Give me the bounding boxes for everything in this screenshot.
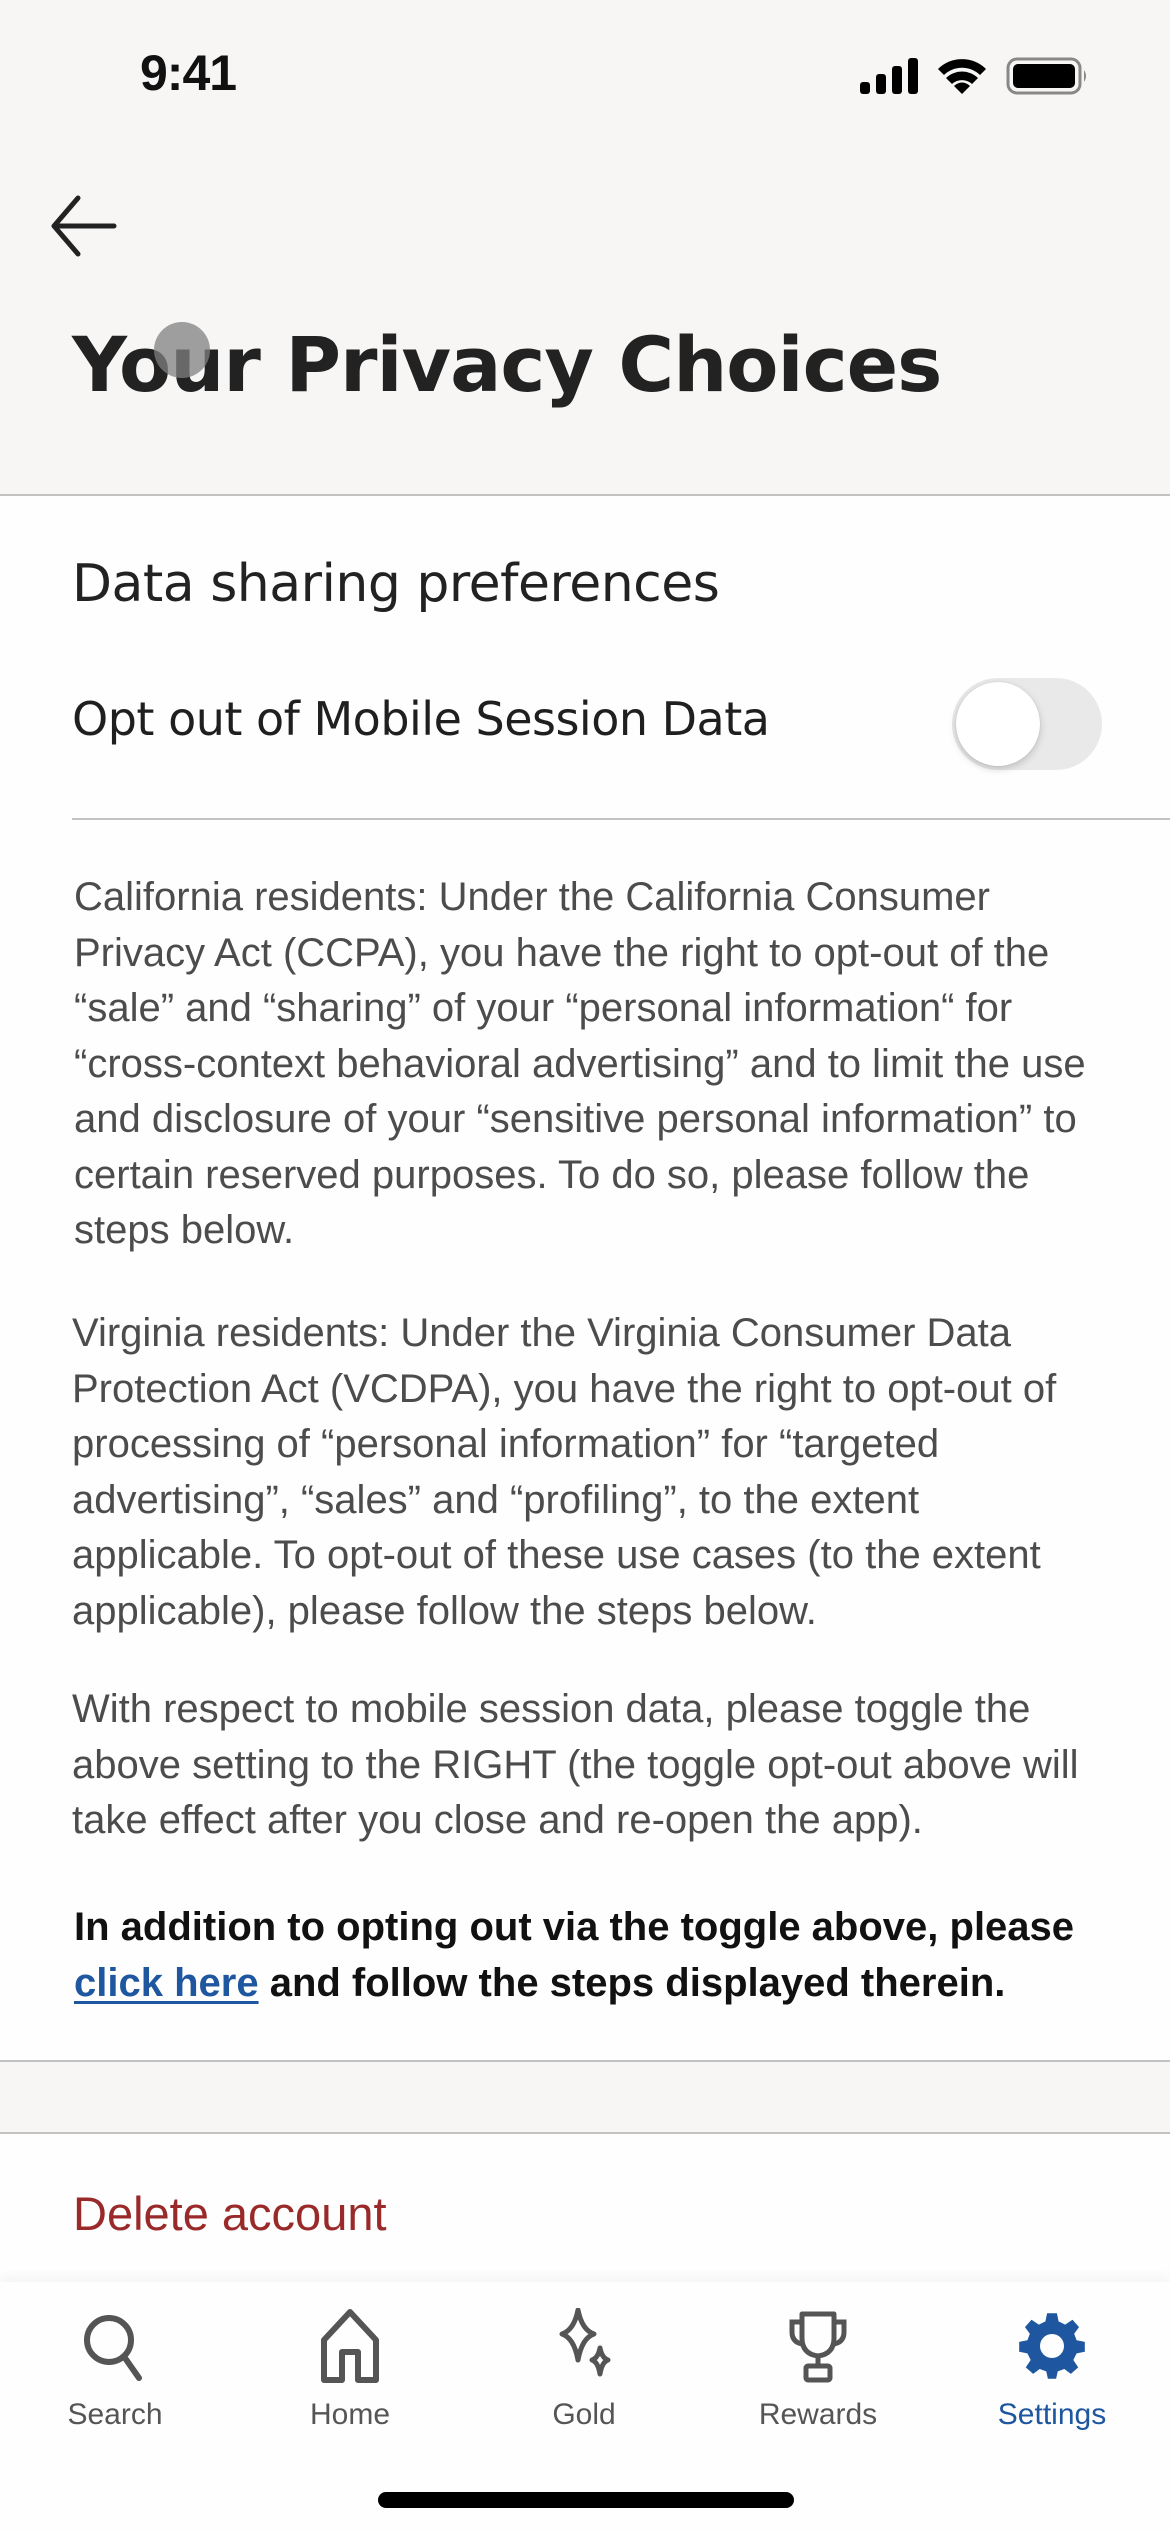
touch-indicator [154, 322, 210, 378]
tab-label: Settings [997, 2398, 1107, 2431]
section-title: Data sharing preferences [72, 554, 720, 614]
click-here-link[interactable]: click here [74, 1961, 259, 2005]
mobile-session-opt-out-toggle[interactable] [952, 678, 1102, 770]
home-icon [321, 2309, 379, 2383]
tab-gold[interactable]: Gold [494, 2308, 674, 2458]
toggle-label: Opt out of Mobile Session Data [72, 692, 770, 746]
tab-settings[interactable]: Settings [962, 2308, 1142, 2458]
tab-label: Rewards [758, 2398, 878, 2431]
back-button[interactable] [48, 190, 120, 262]
status-icons [858, 56, 1090, 96]
delete-account-row: Delete account [0, 2134, 1170, 2284]
search-icon [84, 2315, 142, 2381]
home-indicator [378, 2492, 794, 2508]
content-card: Data sharing preferences Opt out of Mobi… [0, 496, 1170, 2060]
tab-label: Search [67, 2398, 163, 2431]
tab-label: Gold [552, 2398, 616, 2431]
additional-prefix: In addition to opting out via the toggle… [74, 1905, 1075, 1949]
virginia-paragraph: Virginia residents: Under the Virginia C… [72, 1311, 1057, 1633]
toggle-knob [956, 682, 1040, 766]
status-time: 9:41 [140, 45, 237, 101]
wifi-icon [938, 59, 986, 94]
additional-suffix: and follow the steps displayed therein. [258, 1960, 1006, 2005]
delete-account-button[interactable]: Delete account [73, 2186, 387, 2241]
cellular-signal-icon [860, 58, 918, 94]
battery-icon [1006, 57, 1086, 95]
tab-label: Home [309, 2398, 391, 2431]
sparkles-icon [559, 2308, 611, 2377]
tab-search[interactable]: Search [25, 2308, 205, 2458]
tab-home[interactable]: Home [260, 2308, 440, 2458]
additional-steps-paragraph: In addition to opting out via the toggle… [74, 1900, 1114, 2011]
tab-rewards[interactable]: Rewards [728, 2308, 908, 2458]
arrow-left-icon [51, 195, 117, 257]
trophy-icon [789, 2311, 847, 2383]
section-gap [0, 2062, 1170, 2132]
california-paragraph: California residents: Under the Californ… [74, 875, 1086, 1252]
mobile-session-paragraph: With respect to mobile session data, ple… [72, 1687, 1079, 1842]
divider [72, 818, 1170, 820]
status-bar: 9:41 [0, 0, 1170, 150]
gear-icon [1019, 2313, 1085, 2379]
